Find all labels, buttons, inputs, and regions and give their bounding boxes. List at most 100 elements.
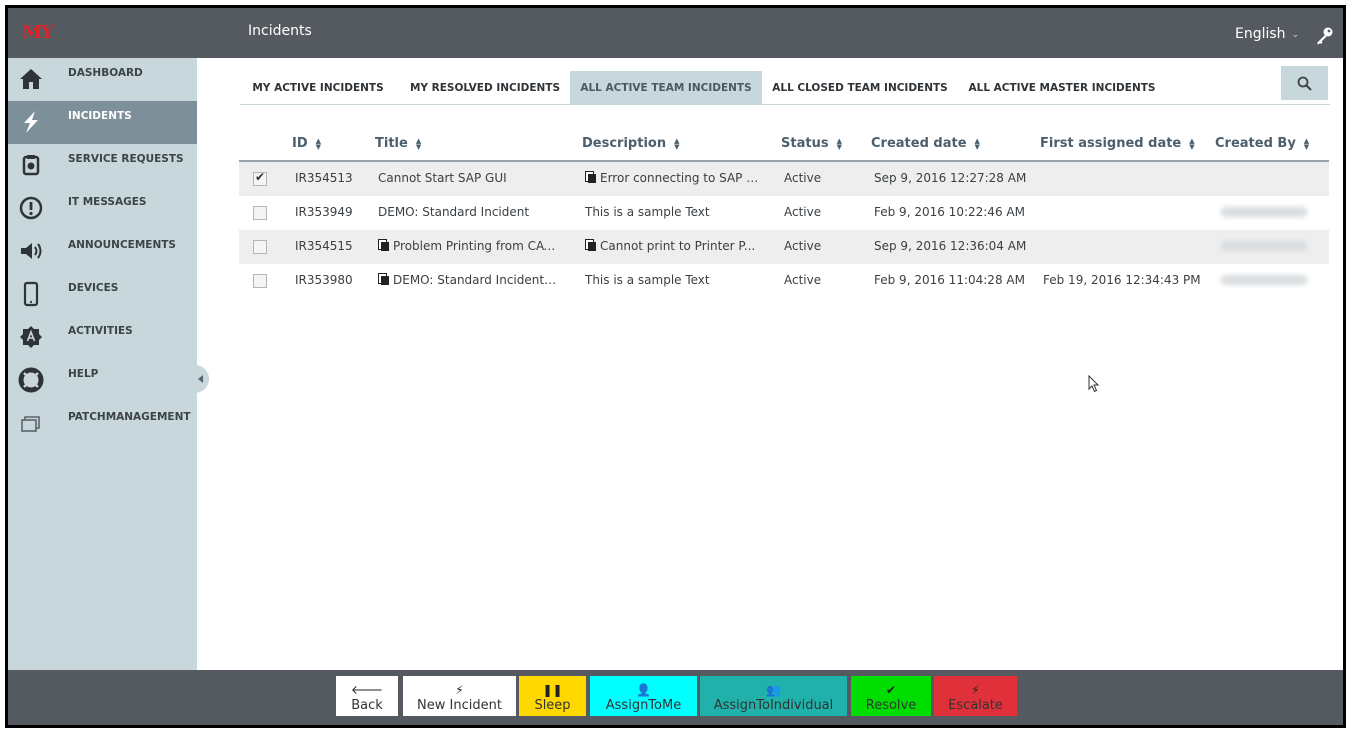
incidents-table: ID ▲ ▼ Title ▲ ▼ Description ▲ ▼ Status ▲ ▼ Crea… (239, 128, 1329, 298)
sidebar-item-label: DASHBOARD (68, 67, 143, 79)
row-checkbox[interactable] (253, 170, 267, 186)
incident-title: Cannot Start SAP GUI (378, 171, 507, 185)
arrow-left-icon: 🡐 (350, 683, 384, 697)
lightning-icon (24, 111, 38, 133)
incident-first-assigned-date: Feb 19, 2016 12:34:43 PM (1043, 273, 1201, 287)
document-icon (585, 239, 596, 251)
language-label: English (1235, 26, 1286, 42)
app-window: MY Incidents English ⌄ DASHBOARD INCIDEN… (5, 5, 1346, 728)
sleep-button[interactable]: ❚❚ Sleep (519, 676, 586, 716)
page-title: Incidents (248, 23, 312, 39)
lifebuoy-icon (18, 367, 44, 393)
column-header-created-date[interactable]: Created date ▲ ▼ (871, 136, 980, 151)
incident-created-date: Sep 9, 2016 12:36:04 AM (874, 239, 1027, 253)
column-header-id[interactable]: ID ▲ ▼ (292, 136, 321, 151)
key-icon[interactable] (1314, 26, 1334, 46)
tab-all-active-master-incidents[interactable]: ALL ACTIVE MASTER INCIDENTS (962, 71, 1162, 105)
sidebar-item-label: INCIDENTS (68, 110, 132, 122)
activity-badge-icon (20, 326, 42, 348)
sidebar-item-patchmanagement[interactable]: PATCHMANAGEMENT (8, 402, 197, 445)
column-header-first-assigned-date[interactable]: First assigned date ▲ ▼ (1040, 136, 1195, 151)
new-incident-button[interactable]: ⚡ New Incident (403, 676, 516, 716)
column-header-created-by[interactable]: Created By ▲ ▼ (1215, 136, 1309, 151)
windows-stack-icon (21, 416, 40, 432)
chevron-down-icon: ⌄ (1291, 30, 1300, 40)
incident-title: Problem Printing from CAT... (378, 239, 558, 253)
document-icon (378, 273, 389, 285)
sidebar-item-devices[interactable]: DEVICES (8, 273, 197, 316)
tab-all-closed-team-incidents[interactable]: ALL CLOSED TEAM INCIDENTS (768, 71, 952, 105)
sidebar-item-label: HELP (68, 368, 99, 380)
tab-all-active-team-incidents[interactable]: ALL ACTIVE TEAM INCIDENTS (570, 71, 762, 105)
sort-icon: ▲ ▼ (974, 136, 980, 151)
sort-icon: ▲ ▼ (674, 136, 680, 151)
incident-status: Active (784, 205, 822, 219)
incident-title: DEMO: Standard Incident S... (378, 273, 558, 287)
created-by-redacted (1221, 207, 1307, 217)
column-header-status[interactable]: Status ▲ ▼ (781, 136, 842, 151)
sidebar-item-announcements[interactable]: ANNOUNCEMENTS (8, 230, 197, 273)
row-checkbox[interactable] (253, 240, 267, 254)
sidebar-item-help[interactable]: HELP (8, 359, 197, 402)
sort-icon: ▲ ▼ (315, 136, 322, 151)
sidebar-item-dashboard[interactable]: DASHBOARD (8, 58, 197, 101)
incident-description: This is a sample Text (585, 273, 710, 287)
sidebar-item-label: ANNOUNCEMENTS (68, 239, 176, 251)
resolve-button[interactable]: ✔ Resolve (851, 676, 931, 716)
row-checkbox[interactable] (253, 274, 267, 288)
users-icon: 👥 (766, 683, 781, 697)
sidebar-item-incidents[interactable]: INCIDENTS (8, 101, 197, 144)
search-icon (1297, 76, 1312, 91)
speaker-icon (21, 243, 42, 259)
sort-icon: ▲ ▼ (1303, 136, 1310, 151)
language-selector[interactable]: English ⌄ (1235, 26, 1299, 42)
tab-my-active-incidents[interactable]: MY ACTIVE INCIDENTS (240, 71, 396, 105)
pause-icon: ❚❚ (542, 683, 563, 697)
document-icon (378, 239, 389, 251)
sidebar-item-label: SERVICE REQUESTS (68, 153, 184, 165)
sort-icon: ▲ ▼ (1189, 136, 1195, 151)
column-header-description[interactable]: Description ▲ ▼ (582, 136, 679, 151)
sidebar-item-label: IT MESSAGES (68, 196, 147, 208)
sidebar-item-activities[interactable]: ACTIVITIES (8, 316, 197, 359)
sidebar-nav: DASHBOARD INCIDENTS SERVICE REQUESTS IT … (8, 58, 197, 670)
sidebar-item-label: ACTIVITIES (68, 325, 133, 337)
lightning-icon: ⚡ (971, 683, 980, 697)
created-by-redacted (1221, 275, 1307, 285)
table-row[interactable]: IR353980 DEMO: Standard Incident S... Th… (239, 264, 1329, 298)
document-icon (585, 171, 596, 183)
incident-status: Active (784, 171, 822, 185)
lightning-icon: ⚡ (455, 683, 464, 697)
incident-description: Error connecting to SAP S... (585, 171, 765, 185)
back-button[interactable]: 🡐 Back (336, 676, 398, 716)
escalate-button[interactable]: ⚡ Escalate (934, 676, 1017, 716)
table-row[interactable]: IR354515 Problem Printing from CAT... Ca… (239, 230, 1329, 264)
home-icon (20, 69, 42, 89)
row-checkbox[interactable] (253, 206, 267, 220)
mobile-device-icon (23, 281, 39, 307)
sidebar-item-it-messages[interactable]: IT MESSAGES (8, 187, 197, 230)
column-header-title[interactable]: Title ▲ ▼ (375, 136, 421, 151)
action-toolbar: 🡐 Back ⚡ New Incident ❚❚ Sleep 👤 AssignT… (8, 670, 1343, 725)
incident-id: IR354513 (295, 171, 353, 185)
exclamation-icon (19, 196, 43, 220)
sidebar-collapse-handle[interactable] (193, 365, 209, 393)
incident-title: DEMO: Standard Incident (378, 205, 530, 219)
incident-description: This is a sample Text (585, 205, 710, 219)
app-logo[interactable]: MY (22, 22, 54, 43)
table-row[interactable]: IR354513 Cannot Start SAP GUI Error conn… (239, 162, 1329, 196)
search-button[interactable] (1281, 66, 1328, 100)
checkmark-icon: ✔ (885, 683, 897, 697)
incident-id: IR353980 (295, 273, 353, 287)
incident-created-date: Feb 9, 2016 10:22:46 AM (874, 205, 1025, 219)
top-header: MY Incidents English ⌄ (8, 8, 1343, 58)
assign-to-me-button[interactable]: 👤 AssignToMe (590, 676, 697, 716)
sidebar-item-label: PATCHMANAGEMENT (68, 411, 191, 423)
incident-created-date: Feb 9, 2016 11:04:28 AM (874, 273, 1025, 287)
assign-to-individual-button[interactable]: 👥 AssignToIndividual (700, 676, 847, 716)
incident-status: Active (784, 239, 822, 253)
sidebar-item-service-requests[interactable]: SERVICE REQUESTS (8, 144, 197, 187)
tab-my-resolved-incidents[interactable]: MY RESOLVED INCIDENTS (400, 71, 570, 105)
table-row[interactable]: IR353949 DEMO: Standard Incident This is… (239, 196, 1329, 230)
created-by-redacted (1221, 241, 1307, 251)
